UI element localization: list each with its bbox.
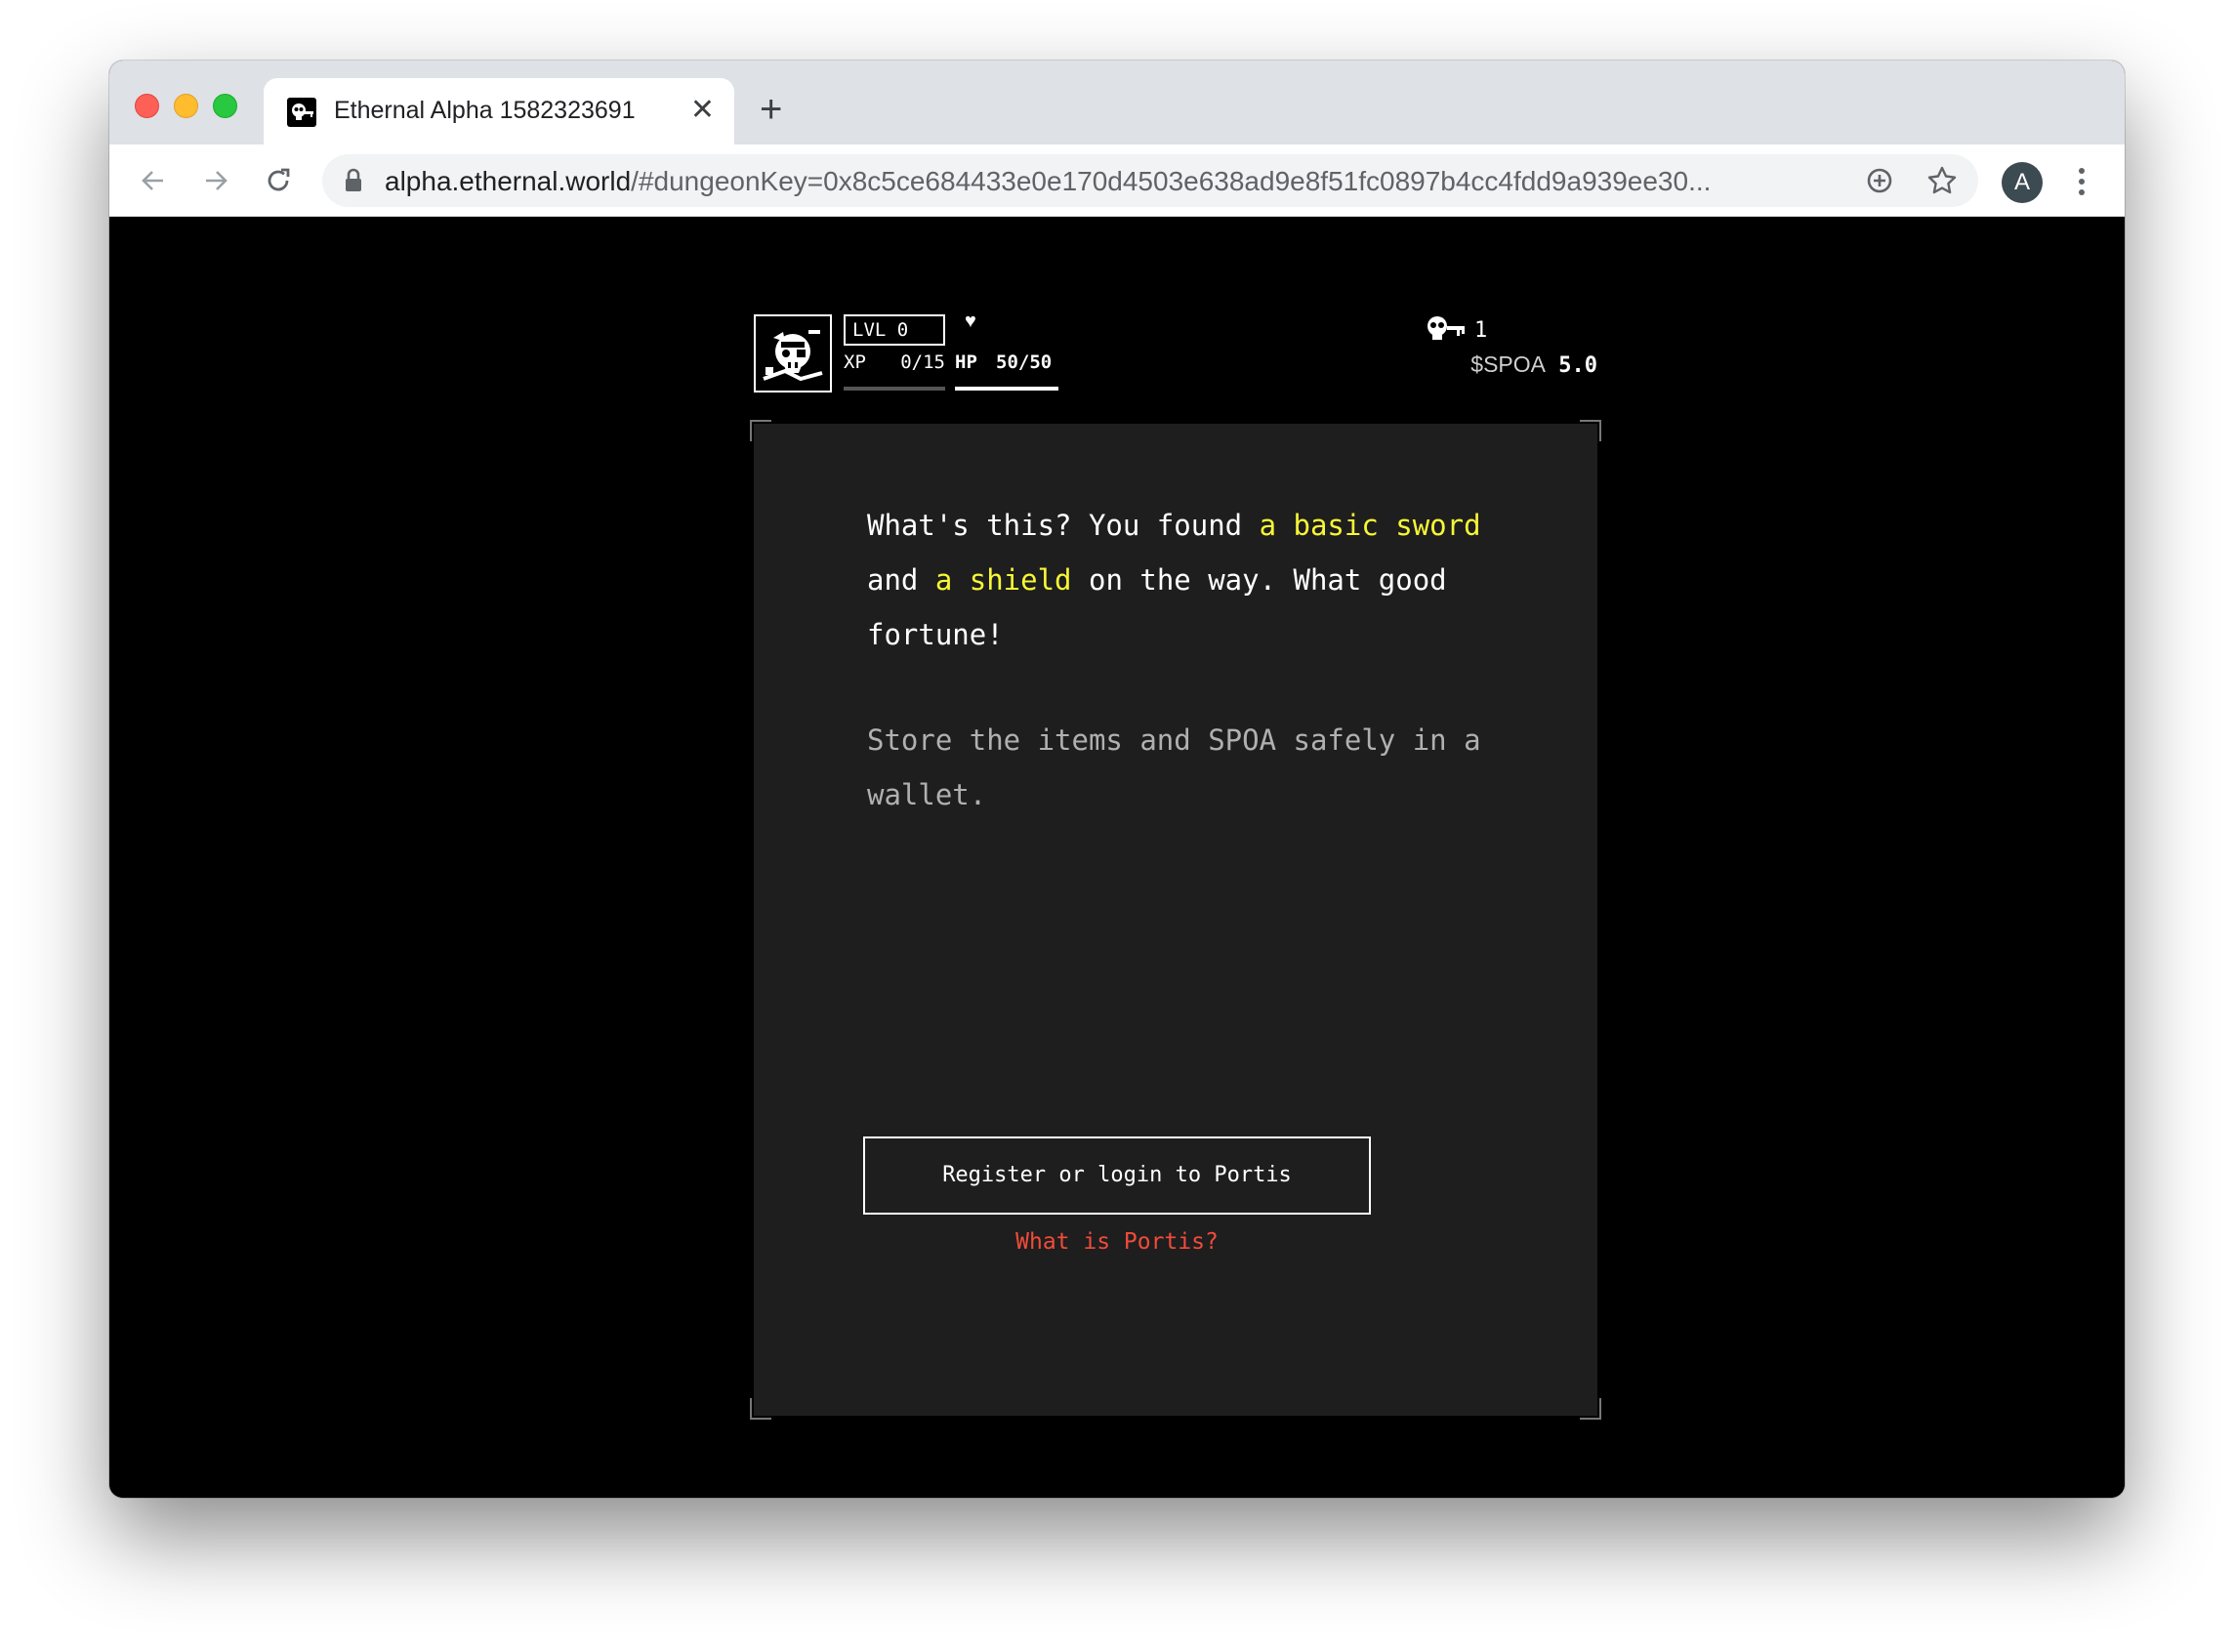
star-icon[interactable] — [1925, 164, 1959, 197]
add-icon[interactable] — [1863, 164, 1896, 197]
browser-window: Ethernal Alpha 1582323691 ✕ + alpha.ethe… — [109, 61, 2125, 1498]
close-window-button[interactable] — [135, 94, 159, 118]
story-part: and — [867, 563, 935, 597]
spoa-label: $SPOA — [1470, 351, 1546, 377]
browser-toolbar: alpha.ethernal.world/#dungeonKey=0x8c5ce… — [109, 145, 2125, 217]
hp-bar — [955, 387, 1058, 391]
item-sword: a basic sword — [1259, 509, 1481, 542]
url-path: /#dungeonKey=0x8c5ce684433e0e170d4503e63… — [631, 166, 1712, 196]
zoom-window-button[interactable] — [213, 94, 237, 118]
forward-icon[interactable] — [199, 164, 232, 197]
card-corner — [750, 420, 771, 441]
tab-title: Ethernal Alpha 1582323691 — [334, 97, 636, 124]
card-corner — [750, 1398, 771, 1420]
card-corner — [1580, 420, 1601, 441]
what-is-portis-link[interactable]: What is Portis? — [863, 1222, 1371, 1261]
key-count: 1 — [1474, 318, 1488, 343]
story-part: What's this? You found — [867, 509, 1260, 542]
level-indicator: LVL 0 — [844, 314, 945, 346]
hp-label: HP — [955, 351, 977, 373]
lock-icon[interactable] — [344, 168, 363, 198]
back-icon[interactable] — [137, 164, 170, 197]
wallet-hint: Store the items and SPOA safely in a wal… — [867, 723, 1481, 811]
heart-icon: ♥ — [965, 310, 976, 332]
game-page: LVL 0 ♥ XP 0/15 HP 50/50 1 $SPOA 5.0 Wha… — [109, 217, 2125, 1498]
tab-strip: Ethernal Alpha 1582323691 ✕ + — [109, 61, 2125, 145]
skull-key-icon — [1424, 314, 1467, 349]
tab-close-icon[interactable]: ✕ — [690, 93, 715, 128]
menu-icon[interactable] — [2072, 162, 2091, 201]
xp-bar — [844, 387, 945, 391]
skull-favicon-icon — [287, 98, 316, 127]
spoa-value: 5.0 — [1558, 353, 1597, 378]
address-bar[interactable]: alpha.ethernal.world/#dungeonKey=0x8c5ce… — [322, 154, 1978, 207]
minimize-window-button[interactable] — [174, 94, 198, 118]
reload-icon[interactable] — [262, 164, 295, 197]
url-text[interactable]: alpha.ethernal.world/#dungeonKey=0x8c5ce… — [385, 166, 1711, 197]
item-shield: a shield — [934, 563, 1072, 597]
hp-value: 50/50 — [996, 351, 1053, 373]
new-tab-button[interactable]: + — [760, 90, 782, 129]
card-corner — [1580, 1398, 1601, 1420]
spoa-balance: $SPOA 5.0 — [1349, 351, 1597, 378]
xp-value: 0/15 — [900, 351, 945, 373]
register-portis-button[interactable]: Register or login to Portis — [863, 1136, 1371, 1215]
browser-tab[interactable]: Ethernal Alpha 1582323691 ✕ — [264, 78, 734, 145]
profile-avatar[interactable]: A — [2002, 162, 2043, 203]
xp-label: XP — [844, 351, 866, 373]
url-host: alpha.ethernal.world — [385, 166, 632, 196]
story-text: What's this? You found a basic sword and… — [867, 498, 1492, 662]
character-portrait — [754, 314, 832, 392]
